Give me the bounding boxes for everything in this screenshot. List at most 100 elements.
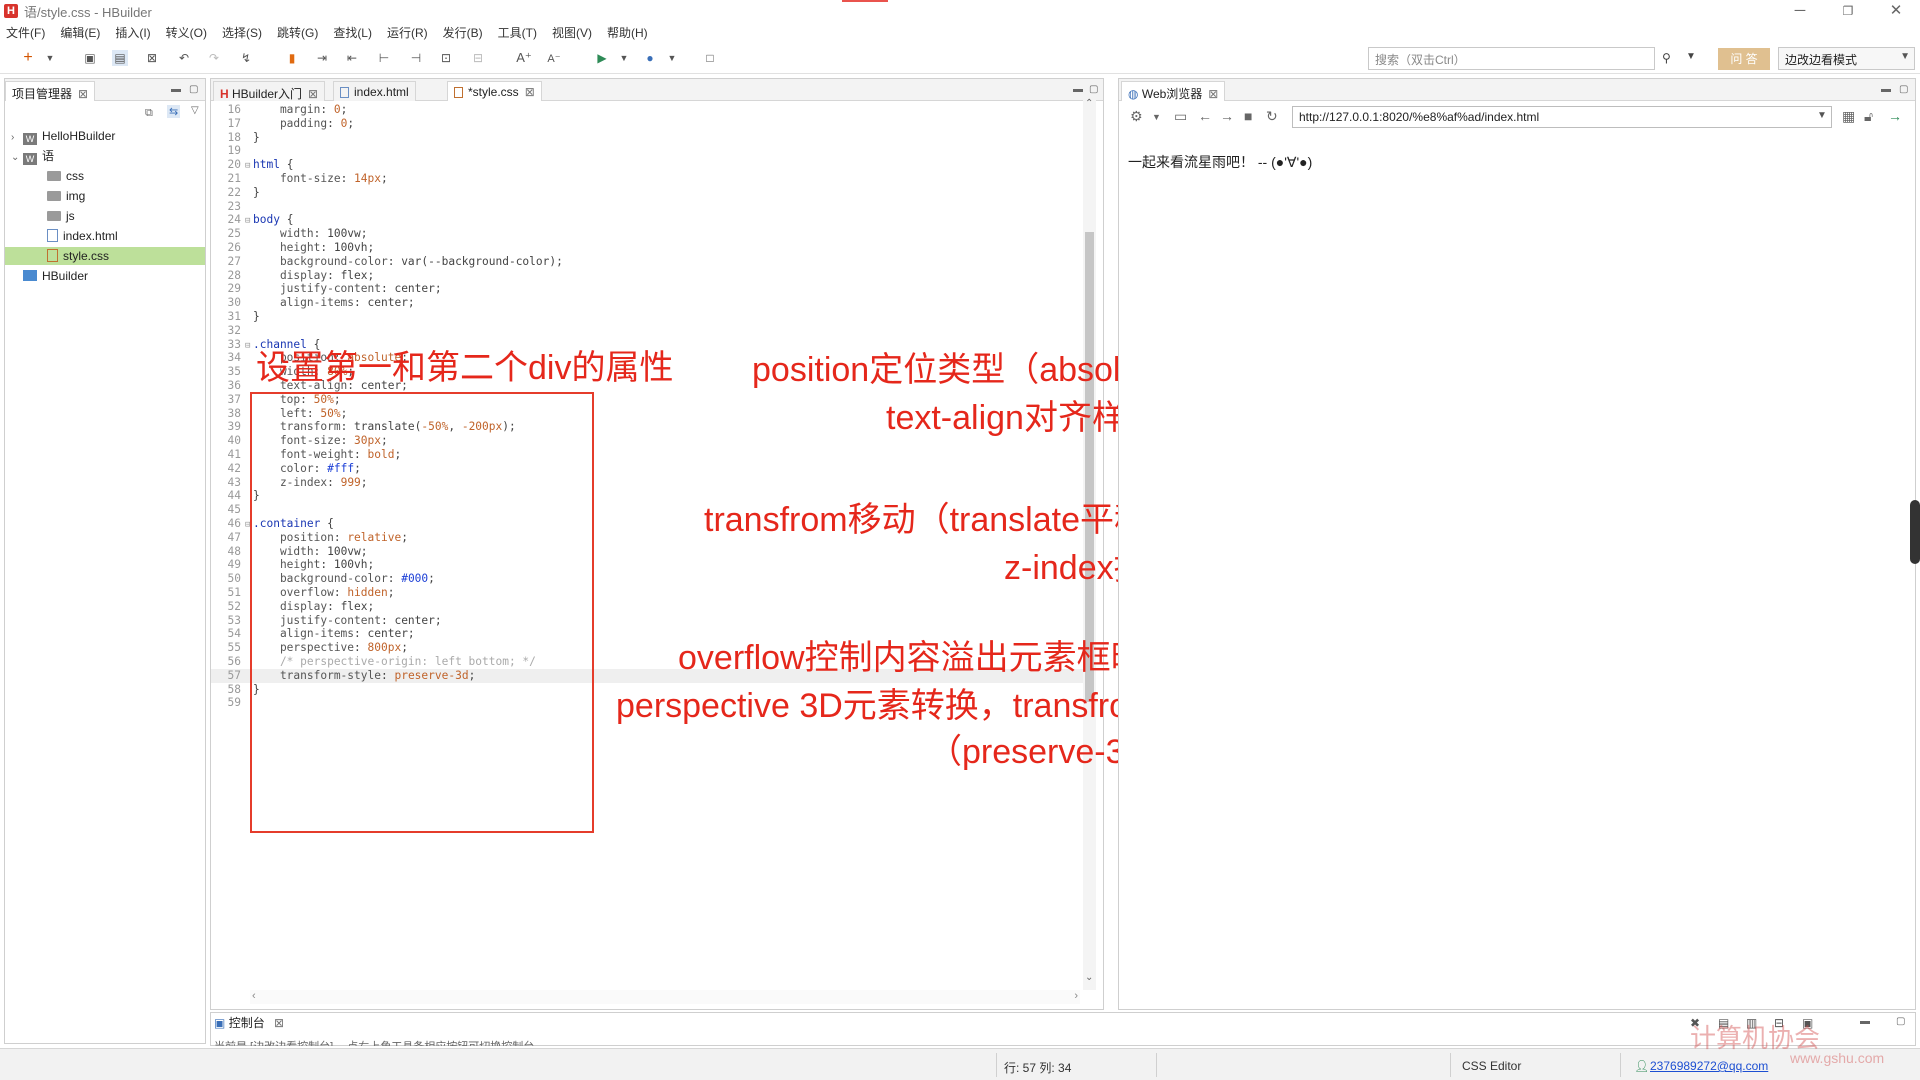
- font-decrease-icon[interactable]: A⁻: [546, 50, 562, 66]
- restore-button[interactable]: ❐: [1828, 1, 1868, 21]
- tree-item[interactable]: index.html: [5, 227, 205, 245]
- close-icon[interactable]: ⊠: [308, 87, 318, 101]
- search-input[interactable]: 搜索（双击Ctrl）: [1368, 47, 1655, 70]
- close-icon[interactable]: ⊠: [1208, 87, 1218, 101]
- save-icon[interactable]: ▣: [82, 50, 98, 66]
- tree-item[interactable]: ⌄ W 语: [5, 147, 205, 165]
- tree-item[interactable]: HBuilder: [5, 267, 205, 285]
- maximize-panel-icon[interactable]: ▢: [189, 84, 198, 95]
- menu-item[interactable]: 运行(R): [387, 24, 428, 41]
- menu-item[interactable]: 工具(T): [498, 24, 537, 41]
- search-dropdown-icon[interactable]: ▼: [1686, 51, 1696, 62]
- chevron-down-icon[interactable]: ⌄: [11, 149, 23, 167]
- new-dropdown-icon[interactable]: ▼: [42, 50, 58, 66]
- tree-item-label: js: [66, 209, 75, 223]
- uncomment-icon[interactable]: ⊟: [470, 50, 486, 66]
- indent-icon[interactable]: ⇥: [314, 50, 330, 66]
- tab-style-css[interactable]: *style.css ⊠: [447, 81, 542, 101]
- tree-item[interactable]: img: [5, 187, 205, 205]
- minimize-panel-icon[interactable]: ▬: [1860, 1016, 1870, 1027]
- tab-web-browser[interactable]: ◍ Web浏览器 ⊠: [1121, 81, 1226, 101]
- menu-item[interactable]: 编辑(E): [60, 24, 100, 41]
- close-file-icon[interactable]: ⊠: [144, 50, 160, 66]
- maximize-panel-icon[interactable]: ▢: [1899, 84, 1908, 95]
- tab-console[interactable]: ▣ 控制台 ⊠: [214, 1014, 284, 1031]
- scroll-left-icon[interactable]: ‹: [252, 990, 256, 1002]
- lock-icon[interactable]: 🔓︎: [1864, 108, 1873, 125]
- user-account-link[interactable]: 2376989272@qq.com: [1650, 1059, 1768, 1073]
- browser-dropdown-icon[interactable]: ▼: [664, 50, 680, 66]
- refresh-icon[interactable]: ↻: [1266, 108, 1278, 125]
- menu-item[interactable]: 视图(V): [552, 24, 592, 41]
- menu-item[interactable]: 插入(I): [115, 24, 150, 41]
- line-number: 44: [227, 489, 241, 503]
- run-dropdown-icon[interactable]: ▼: [616, 50, 632, 66]
- url-dropdown-icon[interactable]: ▼: [1817, 110, 1827, 121]
- url-input[interactable]: http://127.0.0.1:8020/%e8%af%ad/index.ht…: [1292, 106, 1832, 128]
- tree-item[interactable]: css: [5, 167, 205, 185]
- new-file-icon[interactable]: +: [20, 49, 36, 66]
- move-right-icon[interactable]: ⊣: [408, 50, 424, 66]
- mode-select[interactable]: 边改边看模式 ▼: [1778, 47, 1915, 70]
- menu-item[interactable]: 查找(L): [333, 24, 372, 41]
- side-handle[interactable]: [1910, 500, 1920, 564]
- ask-button[interactable]: 问 答: [1718, 48, 1770, 70]
- menu-item[interactable]: 转义(O): [166, 24, 207, 41]
- tab-index-html[interactable]: index.html: [333, 81, 416, 101]
- back-icon[interactable]: ←: [1198, 108, 1212, 124]
- view-menu-icon[interactable]: ▽: [191, 105, 199, 116]
- stop-icon[interactable]: ■: [1244, 108, 1252, 124]
- forward-icon[interactable]: →: [1220, 108, 1234, 124]
- menu-item[interactable]: 帮助(H): [607, 24, 648, 41]
- minimize-button[interactable]: ─: [1780, 1, 1820, 21]
- bookmark-icon[interactable]: ▮: [284, 50, 300, 66]
- scroll-down-icon[interactable]: ⌄: [1085, 972, 1093, 983]
- settings-dropdown-icon[interactable]: ▼: [1152, 112, 1161, 122]
- scroll-right-icon[interactable]: ›: [1074, 990, 1078, 1002]
- tree-item[interactable]: js: [5, 207, 205, 225]
- menu-item[interactable]: 跳转(G): [277, 24, 318, 41]
- scrollbar-thumb[interactable]: [1085, 232, 1094, 702]
- format-icon[interactable]: ↯: [238, 50, 254, 66]
- minimize-panel-icon[interactable]: ▬: [1881, 84, 1891, 95]
- minimize-panel-icon[interactable]: ▬: [1073, 84, 1083, 95]
- chevron-right-icon[interactable]: ›: [11, 129, 23, 147]
- undo-icon[interactable]: ↶: [176, 50, 192, 66]
- preview-icon[interactable]: □: [702, 50, 718, 66]
- line-number: 43: [227, 475, 241, 489]
- menu-item[interactable]: 选择(S): [222, 24, 262, 41]
- collapse-all-icon[interactable]: ⧉: [145, 107, 153, 120]
- menu-item[interactable]: 发行(B): [443, 24, 483, 41]
- menu-item[interactable]: 文件(F): [6, 24, 45, 41]
- go-icon[interactable]: →: [1888, 108, 1902, 124]
- close-icon[interactable]: ⊠: [274, 1016, 284, 1030]
- save-all-icon[interactable]: ▤: [112, 50, 128, 66]
- screen-icon[interactable]: ▭: [1174, 108, 1187, 125]
- maximize-panel-icon[interactable]: ▢: [1089, 84, 1098, 95]
- tree-item[interactable]: › W HelloHBuilder: [5, 127, 205, 145]
- maximize-panel-icon[interactable]: ▢: [1896, 1016, 1905, 1027]
- scroll-up-icon[interactable]: ⌃: [1085, 98, 1093, 109]
- chevron-down-icon: ▼: [1900, 51, 1910, 62]
- close-icon[interactable]: ⊠: [78, 87, 88, 101]
- outdent-icon[interactable]: ⇤: [344, 50, 360, 66]
- browser-icon[interactable]: ●: [642, 50, 658, 66]
- font-increase-icon[interactable]: A⁺: [516, 50, 532, 66]
- search-icon[interactable]: ⚲: [1662, 51, 1671, 65]
- link-editor-icon[interactable]: ⇆: [167, 105, 181, 118]
- code-token: :: [320, 103, 334, 116]
- close-icon[interactable]: ⊠: [525, 85, 535, 99]
- close-button[interactable]: ✕: [1876, 1, 1916, 21]
- tree-item[interactable]: style.css: [5, 247, 205, 265]
- code-token: {: [279, 213, 294, 227]
- comment-icon[interactable]: ⊡: [438, 50, 454, 66]
- redo-icon[interactable]: ↷: [206, 50, 222, 66]
- minimize-panel-icon[interactable]: ▬: [171, 84, 181, 95]
- tab-project-manager[interactable]: 项目管理器 ⊠: [5, 81, 96, 101]
- move-left-icon[interactable]: ⊢: [376, 50, 392, 66]
- tab-hbuilder-intro[interactable]: H HBuilder入门 ⊠: [213, 81, 326, 101]
- settings-icon[interactable]: ⚙: [1130, 108, 1143, 125]
- run-icon[interactable]: ▶: [594, 50, 610, 66]
- qrcode-icon[interactable]: ▦: [1842, 108, 1855, 125]
- horizontal-scrollbar[interactable]: ‹ ›: [250, 990, 1080, 1004]
